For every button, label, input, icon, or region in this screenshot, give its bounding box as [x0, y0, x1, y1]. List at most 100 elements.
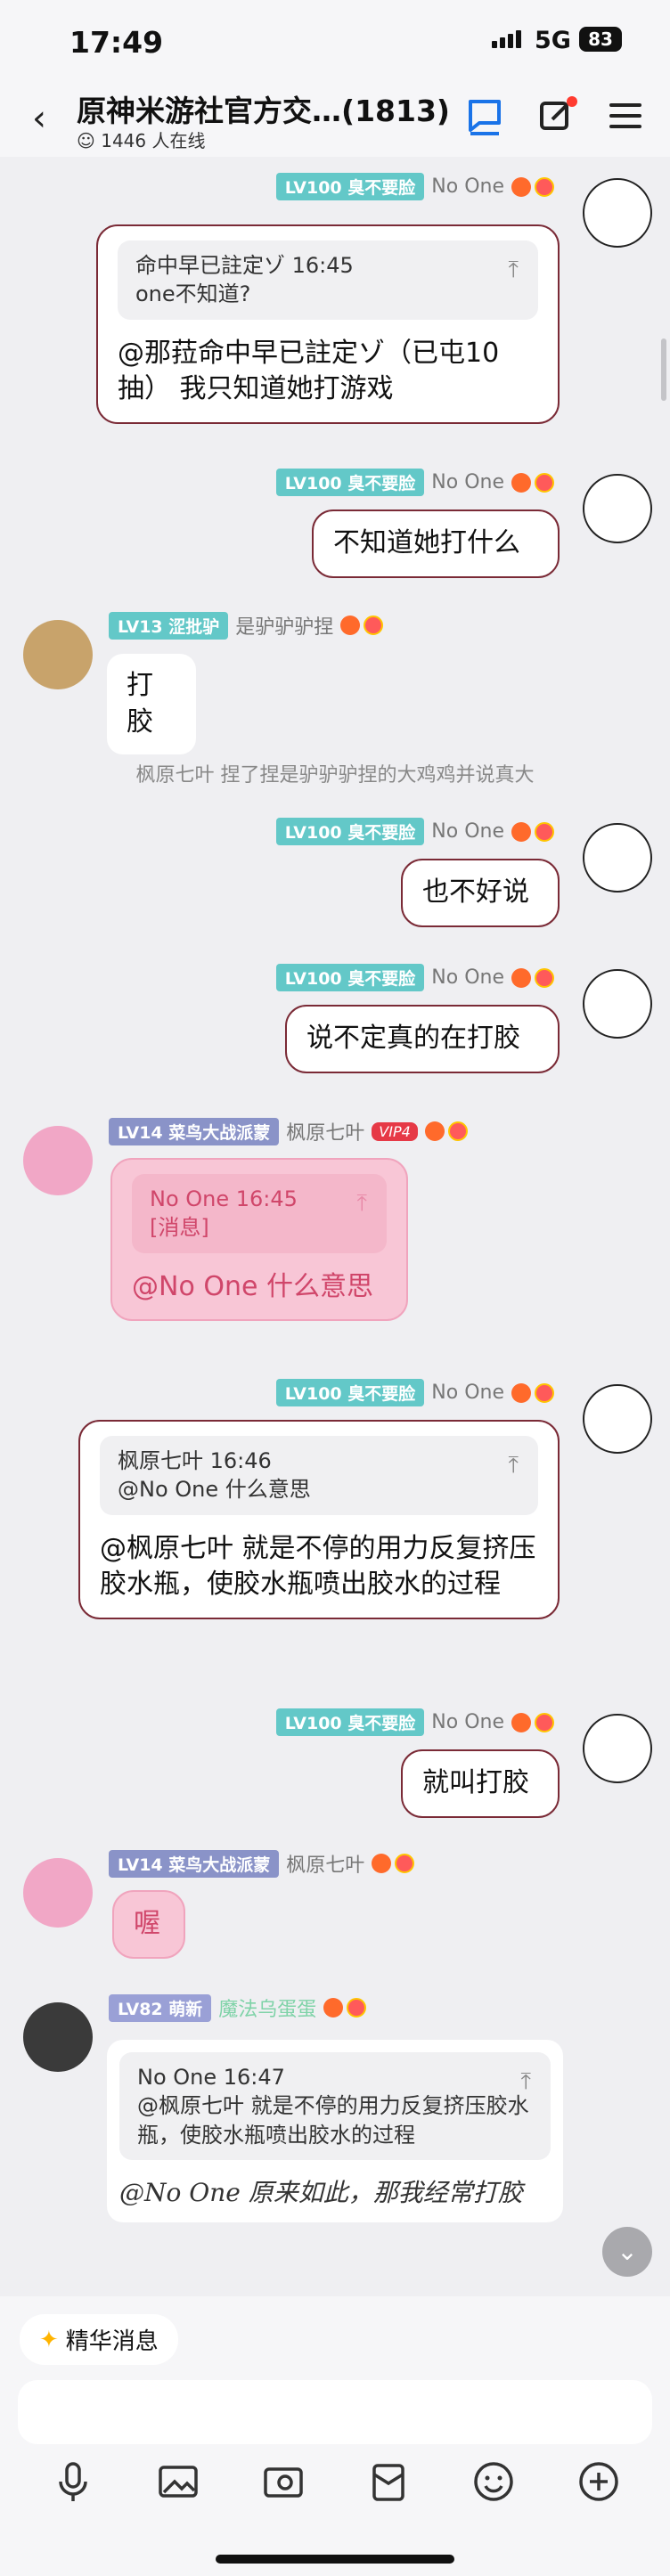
message-text: @No One 原来如此，那我经常打胶 — [119, 2178, 523, 2208]
message-bubble[interactable]: No One 16:47 @枫原七叶 就是不停的用力反复挤压胶水瓶，使胶水瓶喷出… — [107, 2040, 563, 2222]
message-bubble[interactable]: 就叫打胶 — [401, 1749, 560, 1818]
message-text: @No One 什么意思 — [132, 1270, 373, 1302]
jump-to-quote-icon[interactable]: ⤒ — [509, 1450, 519, 1481]
clock: 17:49 — [69, 25, 164, 60]
message-list[interactable]: LV100 臭不要脸 No One 命中早已註定ゾ 16:45 one不知道? … — [0, 157, 670, 2296]
edit-icon[interactable] — [535, 94, 577, 137]
level-badge: LV100 臭不要脸 — [275, 964, 425, 991]
message-bubble[interactable]: 不知道她打什么 — [312, 509, 560, 578]
emoji-icon[interactable] — [467, 2455, 520, 2508]
group-title[interactable]: 原神米游社官方交…(1813) — [77, 87, 450, 130]
toolbar — [0, 2455, 670, 2526]
sender-name: No One — [431, 966, 504, 989]
flame-badge-icon — [511, 176, 554, 197]
quote-header: No One 16:45 — [150, 1186, 298, 1211]
sender-line: LV14 菜鸟大战派蒙 枫原七叶 VIP4 — [109, 1117, 468, 1145]
avatar[interactable] — [23, 620, 93, 689]
level-badge: LV14 菜鸟大战派蒙 — [109, 1849, 280, 1878]
scrollbar[interactable] — [661, 338, 666, 401]
message-text: @枫原七叶 就是不停的用力反复挤压胶水瓶，使胶水瓶喷出胶水的过程 — [100, 1532, 536, 1601]
sender-name: 枫原七叶 — [286, 1122, 365, 1145]
quoted-message[interactable]: 枫原七叶 16:46 @No One 什么意思 ⤒ — [100, 1436, 538, 1515]
avatar[interactable] — [583, 474, 652, 543]
message-bubble[interactable]: 也不好说 — [401, 859, 560, 927]
camera-icon[interactable] — [257, 2455, 310, 2508]
status-bar: 17:49 5G 83 — [0, 0, 670, 86]
message-bubble[interactable]: 喔 — [112, 1890, 185, 1959]
sender-line: LV14 菜鸟大战派蒙 枫原七叶 — [109, 1849, 415, 1878]
sender-name: No One — [431, 820, 504, 843]
message-input[interactable] — [18, 2380, 652, 2444]
sender-line: LV100 臭不要脸 No One — [275, 469, 554, 496]
star-icon: ✦ — [39, 2326, 59, 2353]
flame-badge-icon — [511, 967, 554, 988]
essence-label: 精华消息 — [65, 2328, 159, 2355]
quote-body: @No One 什么意思 — [118, 1477, 311, 1503]
vip-badge: VIP4 — [372, 1121, 418, 1141]
avatar[interactable] — [583, 1384, 652, 1454]
sender-line: LV82 萌新 魔法乌蛋蛋 — [109, 1993, 367, 2022]
sender-name: 枫原七叶 — [286, 1855, 365, 1877]
quote-header: No One 16:47 — [137, 2065, 285, 2090]
flame-badge-icon — [511, 472, 554, 493]
level-badge: LV100 臭不要脸 — [275, 818, 425, 845]
flame-badge-icon — [424, 1121, 468, 1141]
jump-to-quote-icon[interactable]: ⤒ — [509, 255, 519, 286]
sender-name: No One — [431, 1382, 504, 1404]
sender-line: LV100 臭不要脸 No One — [275, 818, 554, 845]
sender-name: No One — [431, 471, 504, 493]
flame-badge-icon — [511, 1712, 554, 1732]
online-label: 1446 人在线 — [101, 130, 206, 151]
flame-badge-icon — [340, 615, 384, 635]
microphone-icon[interactable] — [46, 2455, 100, 2508]
avatar[interactable] — [23, 1126, 93, 1195]
sender-name: No One — [431, 1711, 504, 1733]
quoted-message[interactable]: No One 16:47 @枫原七叶 就是不停的用力反复挤压胶水瓶，使胶水瓶喷出… — [119, 2052, 551, 2161]
quote-body: @枫原七叶 就是不停的用力反复挤压胶水瓶，使胶水瓶喷出胶水的过程 — [137, 2093, 529, 2148]
quoted-message[interactable]: No One 16:45 [消息] ⤒ — [132, 1174, 387, 1253]
chat-header: ‹ 原神米游社官方交…(1813) ☺ 1446 人在线 — [0, 86, 670, 157]
quote-body: [消息] — [150, 1215, 209, 1241]
sender-line: LV13 涩批驴 是驴驴驴捏 — [109, 611, 384, 640]
sender-line: LV100 臭不要脸 No One — [275, 173, 554, 200]
avatar[interactable] — [583, 178, 652, 248]
back-icon[interactable]: ‹ — [32, 98, 46, 139]
message-bubble[interactable]: 命中早已註定ゾ 16:45 one不知道? ⤒ @那菈命中早已註定ゾ（已屯10抽… — [96, 224, 560, 424]
avatar[interactable] — [23, 1858, 93, 1928]
network-label: 5G — [535, 27, 571, 54]
avatar[interactable] — [583, 823, 652, 893]
sender-name: No One — [431, 175, 504, 198]
quote-body: one不知道? — [135, 281, 251, 307]
battery-icon: 83 — [579, 27, 622, 52]
message-bubble[interactable]: 说不定真的在打胶 — [285, 1005, 560, 1073]
home-indicator[interactable] — [216, 2555, 454, 2564]
quoted-message[interactable]: 命中早已註定ゾ 16:45 one不知道? ⤒ — [118, 240, 538, 320]
flame-badge-icon — [323, 1998, 367, 2018]
image-icon[interactable] — [151, 2455, 205, 2508]
level-badge: LV82 萌新 — [109, 1993, 212, 2022]
menu-icon[interactable] — [604, 94, 647, 137]
red-packet-icon[interactable] — [362, 2455, 415, 2508]
sender-name: 是驴驴驴捏 — [235, 616, 334, 639]
jump-to-quote-icon[interactable]: ⤒ — [357, 1188, 368, 1219]
message-bubble[interactable]: No One 16:45 [消息] ⤒ @No One 什么意思 — [110, 1158, 408, 1322]
chat-bubble-icon[interactable] — [463, 94, 506, 137]
sender-line: LV100 臭不要脸 No One — [275, 1708, 554, 1736]
level-badge: LV13 涩批驴 — [109, 611, 229, 640]
avatar[interactable] — [583, 1714, 652, 1783]
essence-messages-button[interactable]: ✦ 精华消息 — [20, 2314, 178, 2365]
scroll-down-icon[interactable]: ⌄ — [602, 2227, 652, 2277]
avatar[interactable] — [583, 969, 652, 1039]
message-bubble[interactable]: 枫原七叶 16:46 @No One 什么意思 ⤒ @枫原七叶 就是不停的用力反… — [78, 1420, 560, 1619]
signal-icon — [492, 30, 521, 48]
flame-badge-icon — [511, 1382, 554, 1403]
sender-line: LV100 臭不要脸 No One — [275, 964, 554, 991]
message-bubble[interactable]: 打胶 — [107, 654, 196, 754]
jump-to-quote-icon[interactable]: ⤒ — [521, 2067, 532, 2098]
plus-icon[interactable] — [572, 2455, 625, 2508]
quote-header: 枫原七叶 16:46 — [118, 1448, 272, 1473]
level-badge: LV100 臭不要脸 — [275, 1379, 425, 1406]
flame-badge-icon — [511, 821, 554, 842]
level-badge: LV14 菜鸟大战派蒙 — [109, 1117, 280, 1145]
avatar[interactable] — [23, 2002, 93, 2072]
